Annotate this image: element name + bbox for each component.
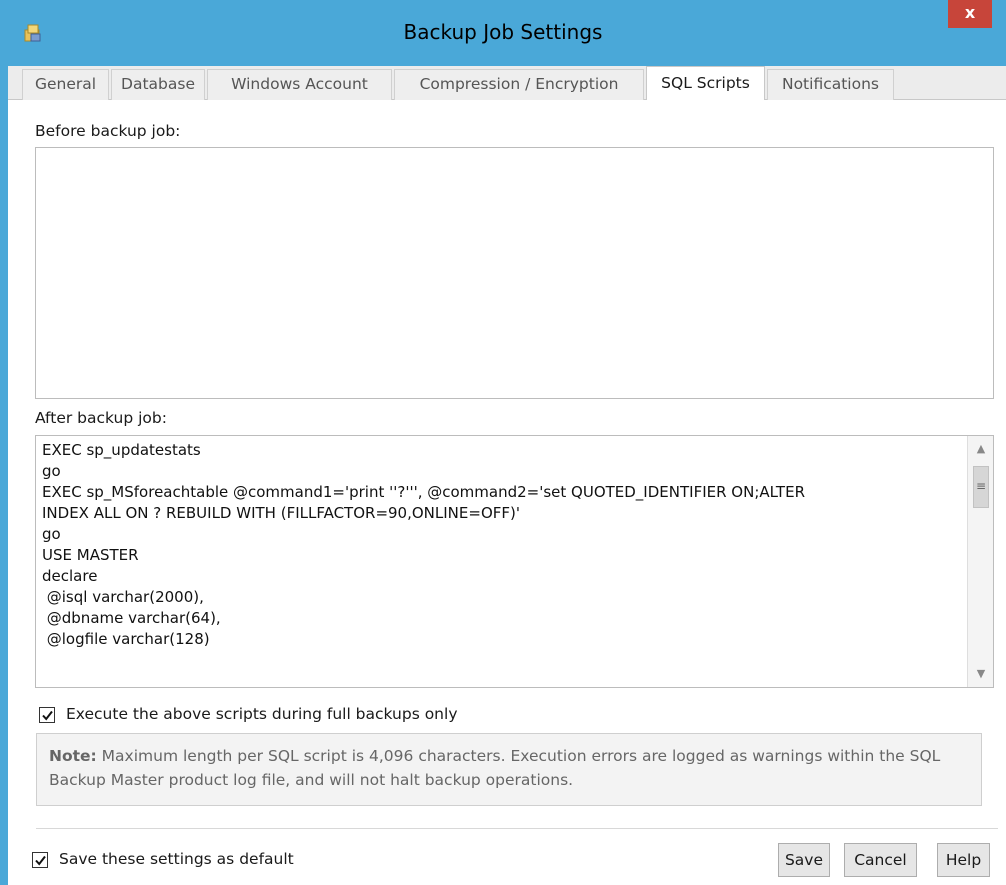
tab-windows-account[interactable]: Windows Account [207,69,392,100]
footer-divider [36,828,998,829]
scroll-thumb[interactable]: ≡ [973,466,989,508]
full-backups-only-label[interactable]: Execute the above scripts during full ba… [66,705,458,723]
close-button[interactable]: x [948,0,992,28]
tab-database[interactable]: Database [111,69,205,100]
after-backup-scrollbar[interactable]: ▲ ≡ ▼ [967,436,993,687]
before-backup-textarea[interactable] [35,147,994,399]
backup-job-settings-window: Backup Job Settings x General Database W… [0,0,1006,885]
window-title: Backup Job Settings [403,20,603,44]
save-default-label[interactable]: Save these settings as default [59,850,294,868]
title-bar[interactable]: Backup Job Settings x [0,0,1006,66]
before-backup-text [42,152,963,398]
note-box: Note: Maximum length per SQL script is 4… [36,733,982,806]
cancel-button[interactable]: Cancel [844,843,917,877]
scroll-down-arrow-icon[interactable]: ▼ [972,665,990,683]
tab-notifications[interactable]: Notifications [767,69,894,100]
window-left-border [0,0,8,885]
before-backup-label: Before backup job: [35,122,181,140]
after-backup-text: EXEC sp_updatestats go EXEC sp_MSforeach… [42,441,805,648]
save-default-checkbox[interactable] [32,852,48,868]
tab-strip: General Database Windows Account Compres… [8,66,1006,101]
scroll-up-arrow-icon[interactable]: ▲ [972,440,990,458]
tab-general[interactable]: General [22,69,109,100]
help-button[interactable]: Help [937,843,990,877]
tab-sql-scripts[interactable]: SQL Scripts [646,66,765,101]
checkmark-icon [35,855,46,866]
sql-scripts-panel: Before backup job: After backup job: EXE… [8,100,1006,885]
checkmark-icon [42,710,53,721]
full-backups-only-checkbox[interactable] [39,707,55,723]
tab-compression-encryption[interactable]: Compression / Encryption [394,69,644,100]
after-backup-textarea[interactable]: EXEC sp_updatestats go EXEC sp_MSforeach… [35,435,994,688]
note-text: Maximum length per SQL script is 4,096 c… [49,747,941,789]
save-button[interactable]: Save [778,843,830,877]
note-prefix: Note: [49,747,97,765]
after-backup-label: After backup job: [35,409,167,427]
